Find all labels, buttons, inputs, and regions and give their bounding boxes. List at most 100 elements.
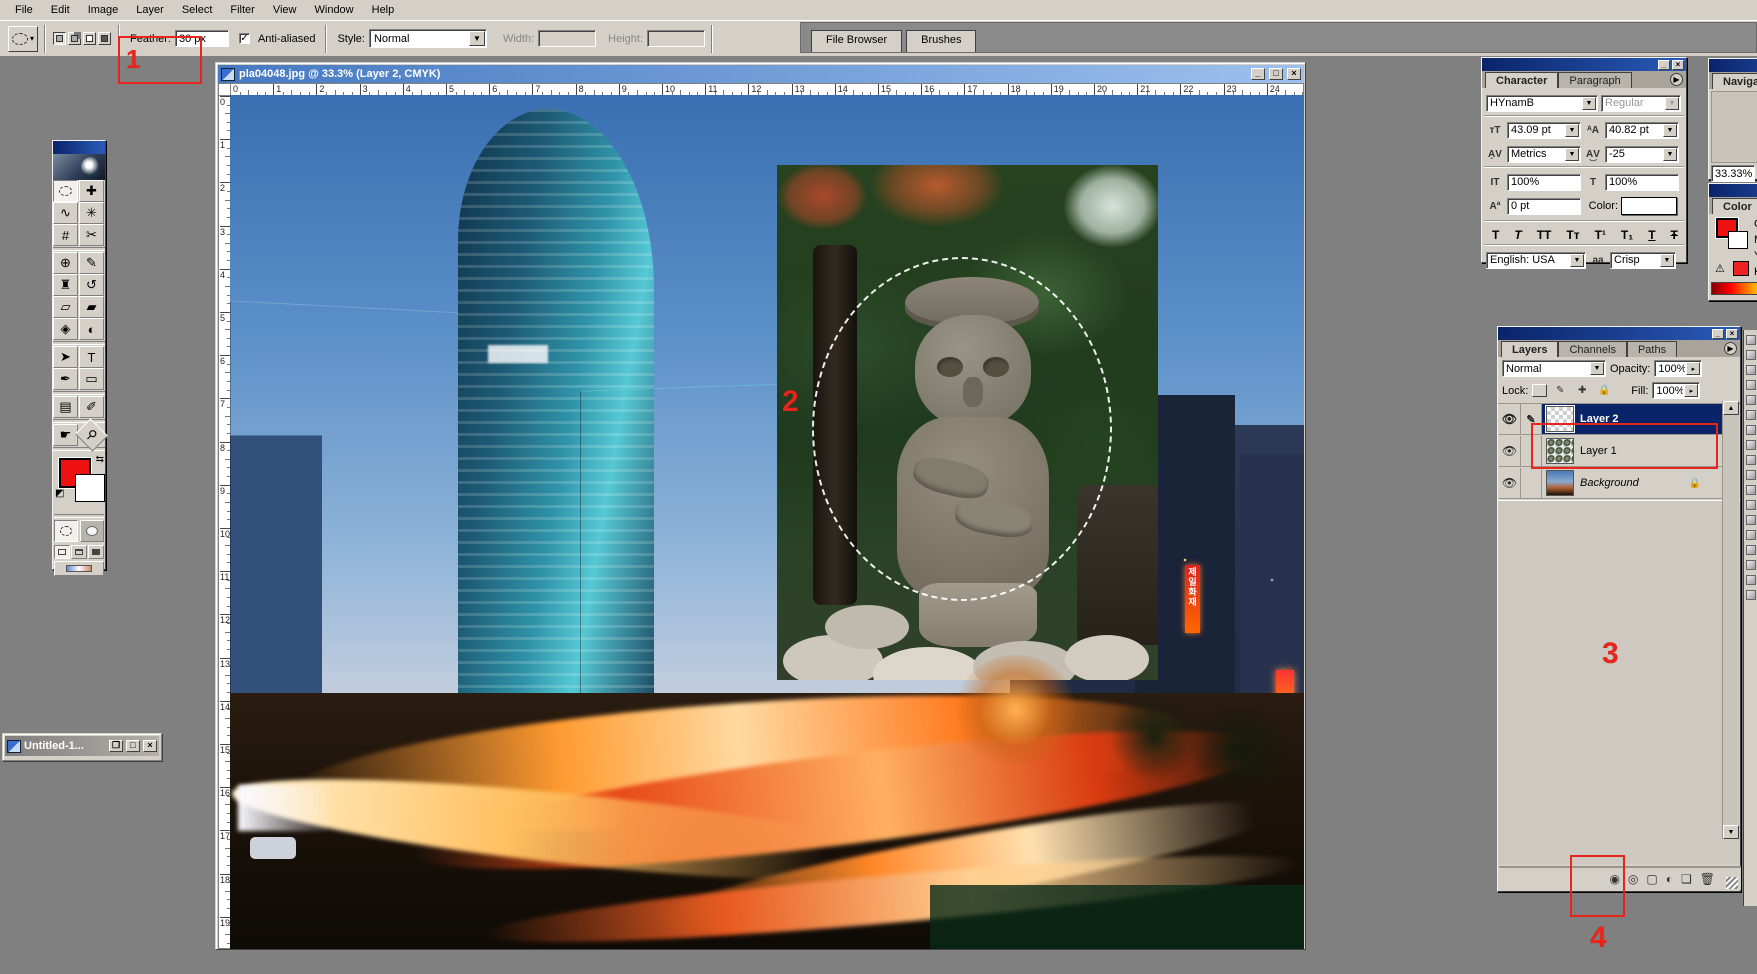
kerning-dropdown[interactable]: Metrics▼ <box>1507 146 1581 163</box>
shape-tool[interactable]: ▭ <box>79 368 104 390</box>
close-button[interactable]: × <box>1726 329 1738 339</box>
menu-edit[interactable]: Edit <box>42 2 79 18</box>
visibility-eye-icon[interactable]: 👁 <box>1499 404 1521 434</box>
tab-file-browser[interactable]: File Browser <box>811 30 902 52</box>
menu-filter[interactable]: Filter <box>221 2 263 18</box>
selection-mode-add-button[interactable] <box>68 32 81 45</box>
font-size-dropdown[interactable]: 43.09 pt▼ <box>1507 122 1581 139</box>
font-style-dropdown[interactable]: Regular▼ <box>1601 95 1681 112</box>
blur-tool[interactable]: ◈ <box>53 318 78 340</box>
fill-field[interactable]: 100%▸ <box>1652 382 1700 399</box>
slice-tool[interactable]: ✂ <box>79 224 104 246</box>
toolbox-titlebar[interactable] <box>53 141 105 154</box>
height-input[interactable] <box>647 30 705 47</box>
tab-brushes[interactable]: Brushes <box>906 30 976 52</box>
minimize-button[interactable]: _ <box>1251 68 1265 80</box>
maximize-button[interactable]: □ <box>126 740 140 752</box>
antialiased-checkbox[interactable]: ✓ <box>239 33 250 44</box>
menu-image[interactable]: Image <box>79 2 128 18</box>
vertical-scale-field[interactable]: 100% <box>1507 174 1581 191</box>
selection-mode-subtract-button[interactable] <box>83 32 96 45</box>
style-dropdown[interactable]: Normal ▼ <box>369 29 487 48</box>
layers-scrollbar[interactable]: ▲ ▼ <box>1722 401 1739 839</box>
color-palette-titlebar[interactable] <box>1709 184 1757 197</box>
style-superscript-button[interactable]: T¹ <box>1595 228 1606 242</box>
eyedropper-tool[interactable]: ✐ <box>79 396 104 418</box>
navigator-zoom-field[interactable]: 33.33% <box>1711 165 1755 182</box>
horizontal-scale-field[interactable]: 100% <box>1605 174 1679 191</box>
style-underline-button[interactable]: T <box>1648 228 1655 242</box>
menu-help[interactable]: Help <box>363 2 404 18</box>
elliptical-marquee-tool[interactable] <box>53 180 78 202</box>
menu-layer[interactable]: Layer <box>127 2 173 18</box>
selection-mode-intersect-button[interactable] <box>98 32 111 45</box>
layer-thumbnail[interactable] <box>1546 470 1574 496</box>
adjustment-layer-icon[interactable]: ◐ <box>1666 872 1673 886</box>
layers-titlebar[interactable]: _ × <box>1498 327 1740 340</box>
tab-color[interactable]: Color <box>1712 198 1757 214</box>
lock-transparency-icon[interactable] <box>1532 384 1547 397</box>
lock-paint-icon[interactable]: ✎ <box>1551 383 1569 398</box>
maximize-button[interactable]: □ <box>1269 68 1283 80</box>
scroll-down-icon[interactable]: ▼ <box>1723 825 1739 839</box>
standard-mode-button[interactable] <box>54 520 78 542</box>
eraser-tool[interactable]: ▱ <box>53 296 78 318</box>
crop-tool[interactable]: # <box>53 224 78 246</box>
magic-wand-tool[interactable]: ✳ <box>79 202 104 224</box>
style-italic-button[interactable]: T <box>1514 228 1521 242</box>
new-layer-set-icon[interactable]: ▢ <box>1646 872 1657 886</box>
pen-tool[interactable]: ✒ <box>53 368 78 390</box>
lock-all-icon[interactable]: 🔒 <box>1595 383 1613 398</box>
lock-position-icon[interactable]: ✚ <box>1573 383 1591 398</box>
color-ramp[interactable] <box>1711 282 1757 295</box>
style-all-caps-button[interactable]: TT <box>1537 228 1552 242</box>
link-box[interactable] <box>1521 468 1542 498</box>
background-color-swatch[interactable] <box>1728 231 1748 249</box>
clone-stamp-tool[interactable]: ♜ <box>53 274 78 296</box>
gamut-swatch[interactable] <box>1733 261 1749 276</box>
language-dropdown[interactable]: English: USA▼ <box>1486 252 1586 269</box>
swap-colors-icon[interactable]: ⇆ <box>96 454 104 465</box>
tab-paths[interactable]: Paths <box>1627 341 1677 357</box>
layer-label[interactable]: Background <box>1580 477 1639 489</box>
close-button[interactable]: × <box>1672 60 1684 70</box>
add-layer-mask-icon[interactable]: ◎ <box>1628 872 1638 886</box>
default-colors-icon[interactable]: ◩ <box>55 488 64 499</box>
minimize-button[interactable]: _ <box>1712 329 1724 339</box>
gradient-tool[interactable]: ▰ <box>79 296 104 318</box>
font-family-dropdown[interactable]: HYnamB▼ <box>1486 95 1598 112</box>
palette-menu-icon[interactable]: ▶ <box>1724 342 1737 355</box>
tracking-dropdown[interactable]: -25▼ <box>1605 146 1679 163</box>
jump-to-imageready-button[interactable] <box>54 561 104 576</box>
width-input[interactable] <box>538 30 596 47</box>
close-button[interactable]: × <box>1287 68 1301 80</box>
menu-view[interactable]: View <box>264 2 306 18</box>
layer-row-background[interactable]: 👁Background🔒 <box>1499 468 1723 499</box>
selection-mode-new-button[interactable] <box>53 32 66 45</box>
tab-navigator[interactable]: Navigat <box>1712 73 1757 89</box>
minimize-button[interactable]: _ <box>1658 60 1670 70</box>
character-palette-titlebar[interactable]: _ × <box>1482 58 1686 71</box>
scroll-up-icon[interactable]: ▲ <box>1723 401 1739 415</box>
fullscreen-mode-button[interactable] <box>88 545 104 559</box>
document-titlebar[interactable]: pla04048.jpg @ 33.3% (Layer 2, CMYK) _ □… <box>218 65 1304 83</box>
leading-dropdown[interactable]: 40.82 pt▼ <box>1605 122 1679 139</box>
tab-layers[interactable]: Layers <box>1501 341 1558 357</box>
visibility-eye-icon[interactable]: 👁 <box>1499 436 1521 466</box>
baseline-shift-field[interactable]: 0 pt <box>1507 198 1581 215</box>
menu-window[interactable]: Window <box>306 2 363 18</box>
text-color-swatch[interactable] <box>1621 197 1677 215</box>
docked-palette-strip[interactable] <box>1743 330 1757 906</box>
close-button[interactable]: × <box>143 740 157 752</box>
delete-layer-icon[interactable]: 🗑 <box>1700 872 1715 886</box>
healing-brush-tool[interactable]: ⊕ <box>53 252 78 274</box>
style-bold-button[interactable]: T <box>1492 228 1499 242</box>
standard-screen-mode-button[interactable] <box>54 545 70 559</box>
lasso-tool[interactable]: ∿ <box>53 202 78 224</box>
toolbox-logo[interactable] <box>53 154 105 180</box>
notes-tool[interactable]: ▤ <box>53 396 78 418</box>
dodge-tool[interactable]: ◐ <box>79 318 104 340</box>
move-tool[interactable]: ✚ <box>79 180 104 202</box>
canvas[interactable]: 제일화재 <box>230 95 1304 949</box>
new-layer-icon[interactable]: ❏ <box>1681 872 1692 886</box>
